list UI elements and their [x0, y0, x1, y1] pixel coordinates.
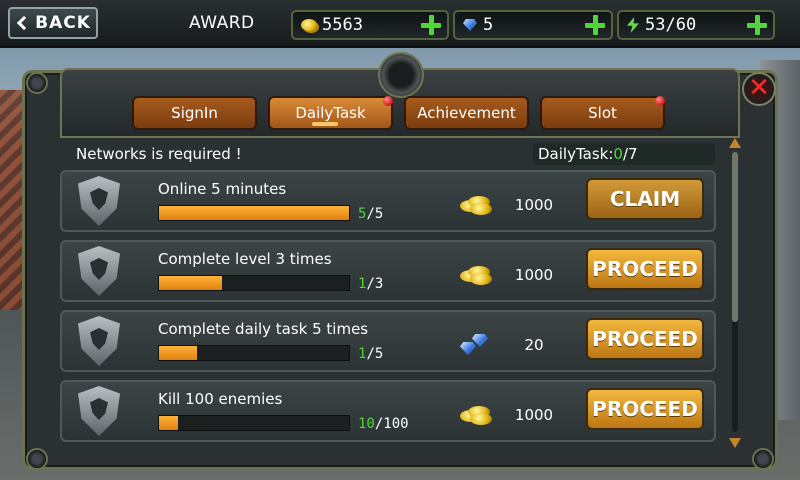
task-progress-bar — [158, 205, 350, 221]
task-reward-value: 20 — [524, 336, 544, 354]
task-title: Online 5 minutes — [158, 180, 287, 198]
task-progress-bar — [158, 415, 350, 431]
energy-icon — [627, 17, 639, 33]
chevron-left-icon — [17, 15, 32, 31]
top-bar: BACK AWARD 5563 5 53/60 — [0, 0, 800, 48]
coin-icon — [301, 19, 317, 31]
back-button[interactable]: BACK — [8, 7, 98, 39]
tab-slot[interactable]: Slot — [540, 96, 665, 130]
task-row: Complete level 3 times 1/3 1000 PROCEED — [60, 240, 716, 302]
task-progress-bar — [158, 345, 350, 361]
daily-task-counter: DailyTask:0/7 — [533, 143, 715, 165]
close-icon: ✕ — [748, 73, 770, 103]
tab-label: DailyTask — [295, 104, 366, 122]
back-label: BACK — [35, 13, 91, 33]
task-reward-value: 1000 — [514, 196, 554, 214]
page-title: AWARD — [189, 13, 255, 33]
tab-label: Achievement — [417, 104, 516, 122]
hourglass-shield-icon — [78, 176, 120, 226]
bolt-icon — [26, 72, 48, 94]
task-reward-value: 1000 — [514, 266, 554, 284]
proceed-button[interactable]: PROCEED — [586, 248, 704, 290]
task-title: Kill 100 enemies — [158, 390, 283, 408]
task-row: Complete daily task 5 times 1/5 20 PROCE… — [60, 310, 716, 372]
task-progress-fill — [159, 276, 222, 290]
bolt-icon — [752, 448, 774, 470]
weapons-shield-icon — [78, 386, 120, 436]
task-progress-fill — [159, 416, 178, 430]
task-row: Kill 100 enemies 10/100 1000 PROCEED — [60, 380, 716, 442]
notification-dot-icon — [383, 96, 393, 106]
task-title: Complete daily task 5 times — [158, 320, 369, 338]
coins-icon — [460, 404, 492, 425]
coins-icon — [460, 264, 492, 285]
add-energy-button[interactable] — [747, 15, 767, 35]
scroll-thumb[interactable] — [732, 152, 738, 322]
energy-value: 53/60 — [645, 15, 697, 35]
frame-ornament — [378, 52, 424, 98]
tab-label: SignIn — [171, 104, 218, 122]
task-progress-text: 5/5 — [358, 206, 384, 222]
task-progress-fill — [159, 346, 197, 360]
gems-counter: 5 — [453, 10, 613, 40]
tab-dailytask[interactable]: DailyTask — [268, 96, 393, 130]
tab-signin[interactable]: SignIn — [132, 96, 257, 130]
gem-icon — [463, 19, 477, 31]
scroll-up-arrow-icon[interactable] — [729, 138, 741, 148]
bolt-icon — [26, 448, 48, 470]
scroll-down-arrow-icon[interactable] — [729, 438, 741, 448]
task-progress-fill — [159, 206, 349, 220]
task-progress-text: 1/3 — [358, 276, 384, 292]
add-coins-button[interactable] — [421, 15, 441, 35]
daily-task-label: DailyTask: — [538, 145, 614, 163]
coins-counter: 5563 — [291, 10, 449, 40]
add-gems-button[interactable] — [585, 15, 605, 35]
daily-task-done: 0 — [613, 145, 623, 163]
notification-dot-icon — [655, 96, 665, 106]
close-button[interactable]: ✕ — [742, 72, 776, 106]
task-progress-bar — [158, 275, 350, 291]
winged-shield-icon — [78, 246, 120, 296]
tab-achievement[interactable]: Achievement — [404, 96, 529, 130]
proceed-button[interactable]: PROCEED — [586, 388, 704, 430]
coins-value: 5563 — [322, 15, 363, 35]
eagle-shield-icon — [78, 316, 120, 366]
task-reward-value: 1000 — [514, 406, 554, 424]
gems-value: 5 — [483, 15, 494, 35]
proceed-button[interactable]: PROCEED — [586, 318, 704, 360]
task-title: Complete level 3 times — [158, 250, 332, 268]
active-tab-indicator — [312, 122, 338, 126]
tab-label: Slot — [588, 104, 617, 122]
gems-icon — [460, 334, 490, 356]
daily-task-total: /7 — [622, 145, 638, 163]
coins-icon — [460, 194, 492, 215]
task-progress-text: 10/100 — [358, 416, 409, 432]
claim-button[interactable]: CLAIM — [586, 178, 704, 220]
energy-counter: 53/60 — [617, 10, 775, 40]
task-row: Online 5 minutes 5/5 1000 CLAIM — [60, 170, 716, 232]
network-notice: Networks is required ! — [76, 145, 242, 163]
task-progress-text: 1/5 — [358, 346, 384, 362]
task-list-scrollbar[interactable] — [728, 138, 742, 448]
